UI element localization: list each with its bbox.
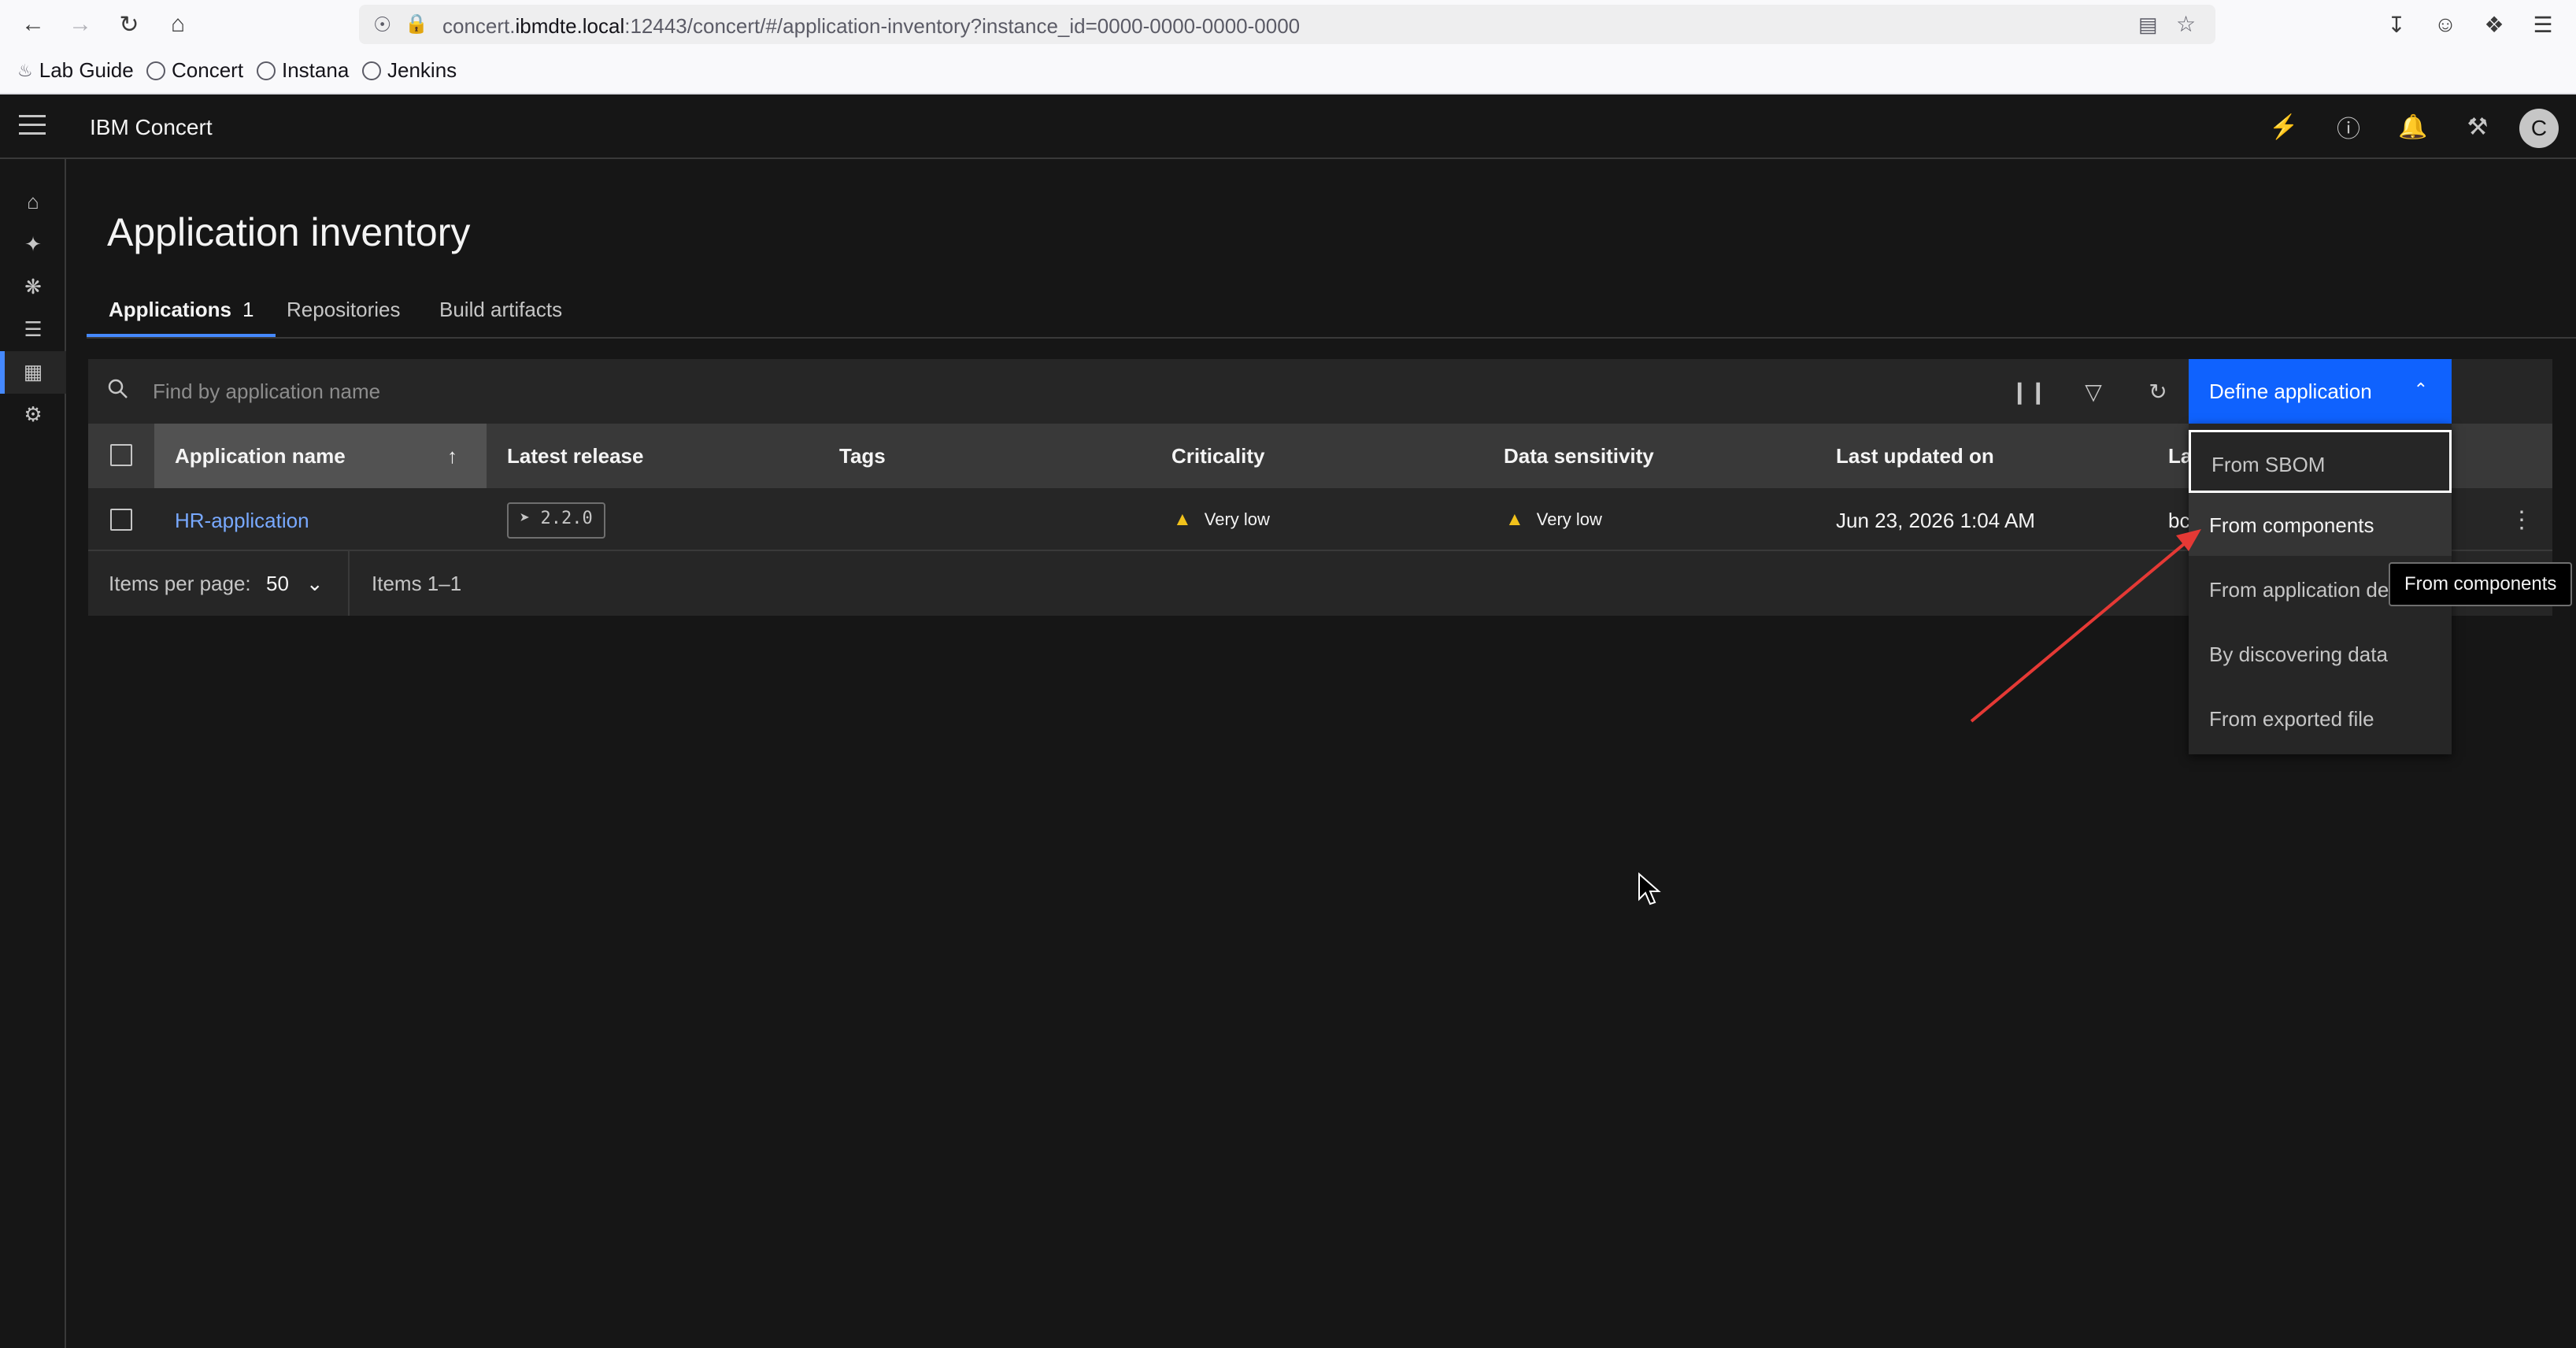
annotation-arrow	[1970, 529, 2201, 723]
mouse-cursor-icon	[1638, 872, 1661, 905]
